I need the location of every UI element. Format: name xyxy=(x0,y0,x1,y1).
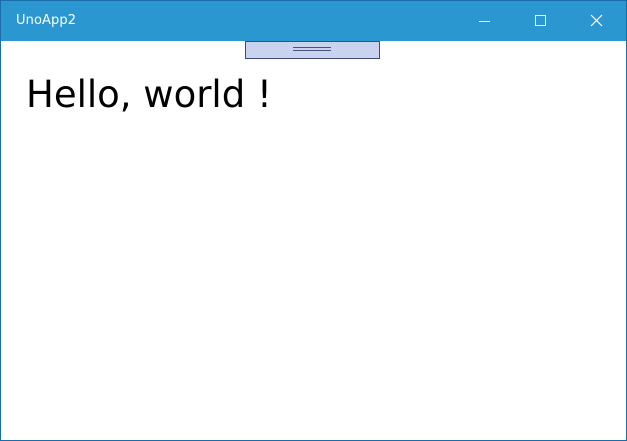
minimize-icon xyxy=(479,21,490,22)
title-bar[interactable]: UnoApp2 xyxy=(1,1,626,41)
close-button[interactable] xyxy=(573,1,619,41)
main-content: Hello, world ! xyxy=(1,41,626,440)
maximize-button[interactable] xyxy=(517,1,563,41)
close-icon xyxy=(590,14,603,27)
window-title: UnoApp2 xyxy=(16,13,77,28)
greeting-text: Hello, world ! xyxy=(26,73,272,116)
maximize-icon xyxy=(535,15,546,26)
app-window: UnoApp2 Hello, world ! xyxy=(0,0,627,441)
minimize-button[interactable] xyxy=(461,1,507,41)
